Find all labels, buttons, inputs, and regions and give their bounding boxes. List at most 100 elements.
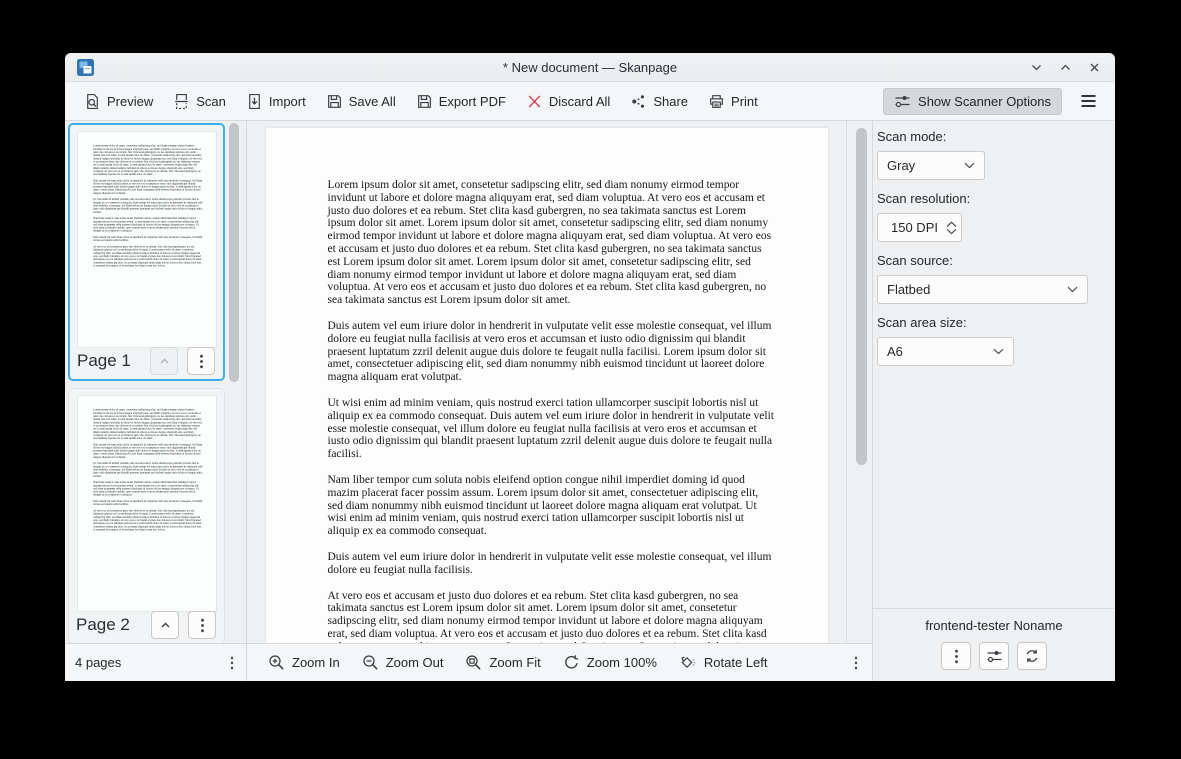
scanner-menu-button[interactable]	[941, 642, 971, 670]
document-paragraph: Nam liber tempor cum soluta nobis eleife…	[328, 474, 775, 538]
scan-resolution-value: 150 DPI	[891, 220, 938, 235]
maximize-button[interactable]	[1056, 58, 1074, 76]
import-label: Import	[269, 94, 306, 109]
zoom-in-label: Zoom In	[292, 655, 340, 670]
zoom-original-icon	[563, 654, 580, 671]
show-scanner-options-toggle[interactable]: Show Scanner Options	[883, 88, 1062, 115]
document-paragraph: At vero eos et accusam et justo duo dolo…	[93, 509, 203, 531]
scanner-settings-button[interactable]	[979, 642, 1009, 670]
document-paragraph: Duis autem vel eum iriure dolor in hendr…	[93, 443, 203, 459]
share-button[interactable]: Share	[621, 88, 697, 115]
document-paragraph: Lorem ipsum dolor sit amet, consetetur s…	[93, 409, 203, 440]
sliders-icon	[894, 94, 911, 109]
page-label: Page 2	[76, 615, 142, 635]
scan-mode-value: Gray	[887, 158, 915, 173]
refresh-icon	[1024, 648, 1040, 664]
discard-icon	[526, 93, 543, 110]
document-paragraph: At vero eos et accusam et justo duo dolo…	[328, 590, 775, 643]
viewer-scrollbar-track	[846, 121, 872, 643]
export-pdf-label: Export PDF	[439, 94, 506, 109]
document-paragraph: Duis autem vel eum iriure dolor in hendr…	[93, 500, 203, 506]
pages-count: 4 pages	[75, 655, 224, 670]
statusbar-overflow-button[interactable]	[848, 652, 864, 674]
chevron-down-icon	[964, 162, 975, 169]
thumbnail-page-2[interactable]: Lorem ipsum dolor sit amet, consetetur s…	[68, 388, 225, 643]
spin-down-icon[interactable]	[946, 228, 957, 235]
zoom-100-button[interactable]: Zoom 100%	[554, 649, 666, 676]
window-title: * New document — Skanpage	[65, 60, 1115, 75]
import-button[interactable]: Import	[237, 88, 315, 115]
export-pdf-icon	[416, 93, 433, 110]
scan-resolution-label: Scan resolution:	[877, 191, 1109, 208]
close-button[interactable]	[1085, 58, 1103, 76]
thumbnail-sidebar: Lorem ipsum dolor sit amet, consetetur s…	[65, 121, 247, 643]
vertical-dots-icon	[199, 354, 204, 369]
vertical-dots-icon	[200, 618, 205, 633]
import-icon	[246, 93, 263, 110]
export-pdf-button[interactable]: Export PDF	[407, 88, 515, 115]
document-paragraph: Duis autem vel eum iriure dolor in hendr…	[328, 320, 775, 384]
document-paragraph: Duis autem vel eum iriure dolor in hendr…	[328, 551, 775, 577]
chevron-up-icon	[158, 355, 171, 368]
viewer-scrollbar[interactable]	[856, 128, 867, 465]
reselect-scanner-button[interactable]	[1017, 642, 1047, 670]
sidebar-scrollbar[interactable]	[229, 123, 239, 382]
document-paragraph: Ut wisi enim ad minim veniam, quis nostr…	[328, 397, 775, 461]
discard-all-button[interactable]: Discard All	[517, 88, 619, 115]
document-paragraph: Lorem ipsum dolor sit amet, consetetur s…	[93, 145, 203, 176]
zoom-in-icon	[268, 654, 285, 671]
move-page-up-button[interactable]	[151, 611, 179, 639]
print-label: Print	[731, 94, 758, 109]
zoom-out-label: Zoom Out	[386, 655, 444, 670]
document-paragraph: Duis autem vel eum iriure dolor in hendr…	[93, 236, 203, 242]
minimize-button[interactable]	[1027, 58, 1045, 76]
page-menu-button[interactable]	[188, 611, 216, 639]
scan-button[interactable]: Scan	[164, 88, 235, 115]
status-bar: 4 pages Zoom In Zoom Out	[65, 643, 872, 681]
document-paragraph: Nam liber tempor cum soluta nobis eleife…	[93, 217, 203, 233]
sidebar-overflow-button[interactable]	[224, 652, 240, 674]
thumbnail-image-page-1: Lorem ipsum dolor sit amet, consetetur s…	[78, 132, 216, 347]
zoom-fit-button[interactable]: Zoom Fit	[456, 649, 549, 676]
preview-button[interactable]: Preview	[75, 88, 162, 115]
scan-source-value: Flatbed	[887, 282, 930, 297]
spin-up-icon[interactable]	[946, 221, 957, 228]
share-icon	[630, 93, 647, 110]
chevron-up-icon	[1059, 61, 1072, 74]
save-all-button[interactable]: Save All	[317, 88, 405, 115]
document-paragraph: Duis autem vel eum iriure dolor in hendr…	[93, 179, 203, 195]
discard-all-label: Discard All	[549, 94, 610, 109]
vertical-dots-icon	[954, 649, 959, 664]
hamburger-icon	[1080, 94, 1097, 108]
print-icon	[708, 93, 725, 110]
page-label: Page 1	[77, 351, 141, 371]
print-button[interactable]: Print	[699, 88, 767, 115]
zoom-out-button[interactable]: Zoom Out	[353, 649, 453, 676]
show-scanner-options-label: Show Scanner Options	[918, 94, 1051, 109]
chevron-up-icon	[159, 619, 172, 632]
main-toolbar: Preview Scan Import Save All Export PDF …	[65, 82, 1115, 121]
zoom-out-icon	[362, 654, 379, 671]
document-paragraph: At vero eos et accusam et justo duo dolo…	[93, 245, 203, 267]
rotate-left-button[interactable]: Rotate Left	[670, 649, 777, 676]
scanner-options-panel: Scan mode: Gray Scan resolution: 150 DPI…	[872, 121, 1115, 681]
preview-label: Preview	[107, 94, 153, 109]
sliders-icon	[986, 649, 1003, 664]
scanner-device-footer: frontend-tester Noname	[873, 608, 1115, 681]
page-menu-button[interactable]	[187, 347, 215, 375]
scan-source-label: Scan source:	[877, 253, 1109, 270]
zoom-in-button[interactable]: Zoom In	[259, 649, 349, 676]
scan-source-select[interactable]: Flatbed	[877, 275, 1088, 304]
thumbnail-page-1[interactable]: Lorem ipsum dolor sit amet, consetetur s…	[68, 123, 225, 381]
rotate-left-label: Rotate Left	[704, 655, 768, 670]
scan-area-label: Scan area size:	[877, 315, 1109, 332]
scan-mode-select[interactable]: Gray	[877, 151, 985, 180]
scan-resolution-spinbox[interactable]: 150 DPI	[877, 213, 962, 242]
scanner-device-name: frontend-tester Noname	[925, 618, 1062, 633]
document-paragraph: Nam liber tempor cum soluta nobis eleife…	[93, 481, 203, 497]
scan-icon	[173, 93, 190, 110]
menu-button[interactable]	[1072, 89, 1105, 113]
scan-area-select[interactable]: A6	[877, 337, 1014, 366]
chevron-down-icon	[1067, 286, 1078, 293]
thumbnail-text: Lorem ipsum dolor sit amet, consetetur s…	[78, 132, 216, 267]
